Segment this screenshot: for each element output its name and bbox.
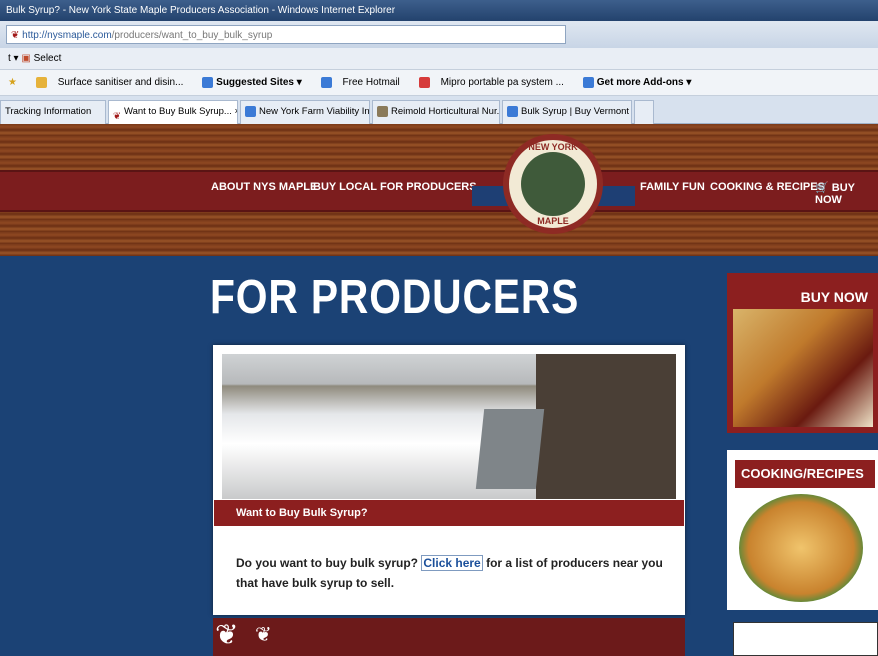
new-tab-button[interactable] xyxy=(634,100,654,124)
maple-leaf-favicon-icon: ❦ xyxy=(11,30,20,41)
maple-leaf-icon: ❦ xyxy=(255,624,272,646)
favorite-link-3[interactable]: Free Hotmail xyxy=(313,70,400,96)
sidebar-box xyxy=(733,622,878,656)
tab-reimold[interactable]: Reimold Horticultural Nur... xyxy=(372,100,500,124)
window-title: Bulk Syrup? - New York State Maple Produ… xyxy=(6,5,396,16)
tab-tracking[interactable]: Tracking Information xyxy=(0,100,106,124)
favorite-link-1[interactable]: Surface sanitiser and disin... xyxy=(28,70,183,96)
url-domain: http://nysmaple.com xyxy=(22,30,112,41)
tab-farm-viability[interactable]: New York Farm Viability In... xyxy=(240,100,370,124)
recipes-heading: COOKING/RECIPES xyxy=(735,460,875,488)
nav-family-fun[interactable]: FAMILY FUN xyxy=(640,181,705,193)
sidebar-buy-now[interactable]: BUY NOW xyxy=(727,273,878,433)
nav-buy-now[interactable]: 🛒 BUY NOW xyxy=(815,181,878,206)
tab-bulk-vermont[interactable]: Bulk Syrup | Buy Vermont ... xyxy=(502,100,632,124)
maple-leaf-icon: ❦ xyxy=(113,110,121,122)
nav-cooking-recipes[interactable]: COOKING & RECIPES xyxy=(710,181,825,193)
favorite-link-2[interactable]: Suggested Sites ▾ xyxy=(194,70,302,96)
url-field[interactable]: ❦ http://nysmaple.com/producers/want_to_… xyxy=(6,25,566,44)
favorite-link-5[interactable]: Get more Add-ons ▾ xyxy=(575,70,691,96)
menu-bar: t ▾ ▣ Select xyxy=(0,48,878,70)
pie-image xyxy=(739,494,863,602)
menu-select[interactable]: t ▾ ▣ Select xyxy=(8,48,61,70)
sidebar-cooking-recipes[interactable]: COOKING/RECIPES xyxy=(727,450,878,610)
favorites-star-icon[interactable]: ★ xyxy=(8,70,17,96)
favorite-link-4[interactable]: Mipro portable pa system ... xyxy=(411,70,564,96)
nys-maple-logo[interactable]: NEW YORK MAPLE xyxy=(503,134,603,234)
section-banner: Want to Buy Bulk Syrup? xyxy=(214,500,684,526)
maple-leaves-icon xyxy=(521,152,585,216)
nav-about[interactable]: ABOUT NYS MAPLE xyxy=(211,181,317,193)
logo-text-bottom: MAPLE xyxy=(537,216,569,226)
buy-now-heading: BUY NOW xyxy=(800,289,868,305)
nav-buy-local[interactable]: BUY LOCAL xyxy=(313,181,377,193)
logo-text-top: NEW YORK xyxy=(528,142,578,152)
page-title: FOR PRODUCERS xyxy=(210,271,580,324)
hero-photo-sap-bucket xyxy=(222,354,676,499)
nav-for-producers[interactable]: FOR PRODUCERS xyxy=(380,181,477,193)
tab-bulk-syrup-active[interactable]: ❦ Want to Buy Bulk Syrup... × xyxy=(108,100,238,124)
footer-strip xyxy=(213,618,685,656)
cart-icon: 🛒 xyxy=(815,182,829,194)
url-path: /producers/want_to_buy_bulk_syrup xyxy=(111,30,273,41)
favorites-bar: ★ Surface sanitiser and disin... Suggest… xyxy=(0,70,878,96)
maple-leaf-icon: ❦ xyxy=(215,619,239,650)
maple-products-image xyxy=(733,309,873,427)
tab-bar: Tracking Information ❦ Want to Buy Bulk S… xyxy=(0,96,878,124)
click-here-link[interactable]: Click here xyxy=(421,555,483,571)
address-bar: ❦ http://nysmaple.com/producers/want_to_… xyxy=(0,21,878,48)
sap-bucket xyxy=(475,409,545,489)
body-paragraph: Do you want to buy bulk syrup? Click her… xyxy=(236,555,663,590)
maple-tree-trunk xyxy=(536,354,676,499)
window-title-bar: Bulk Syrup? - New York State Maple Produ… xyxy=(0,0,878,21)
